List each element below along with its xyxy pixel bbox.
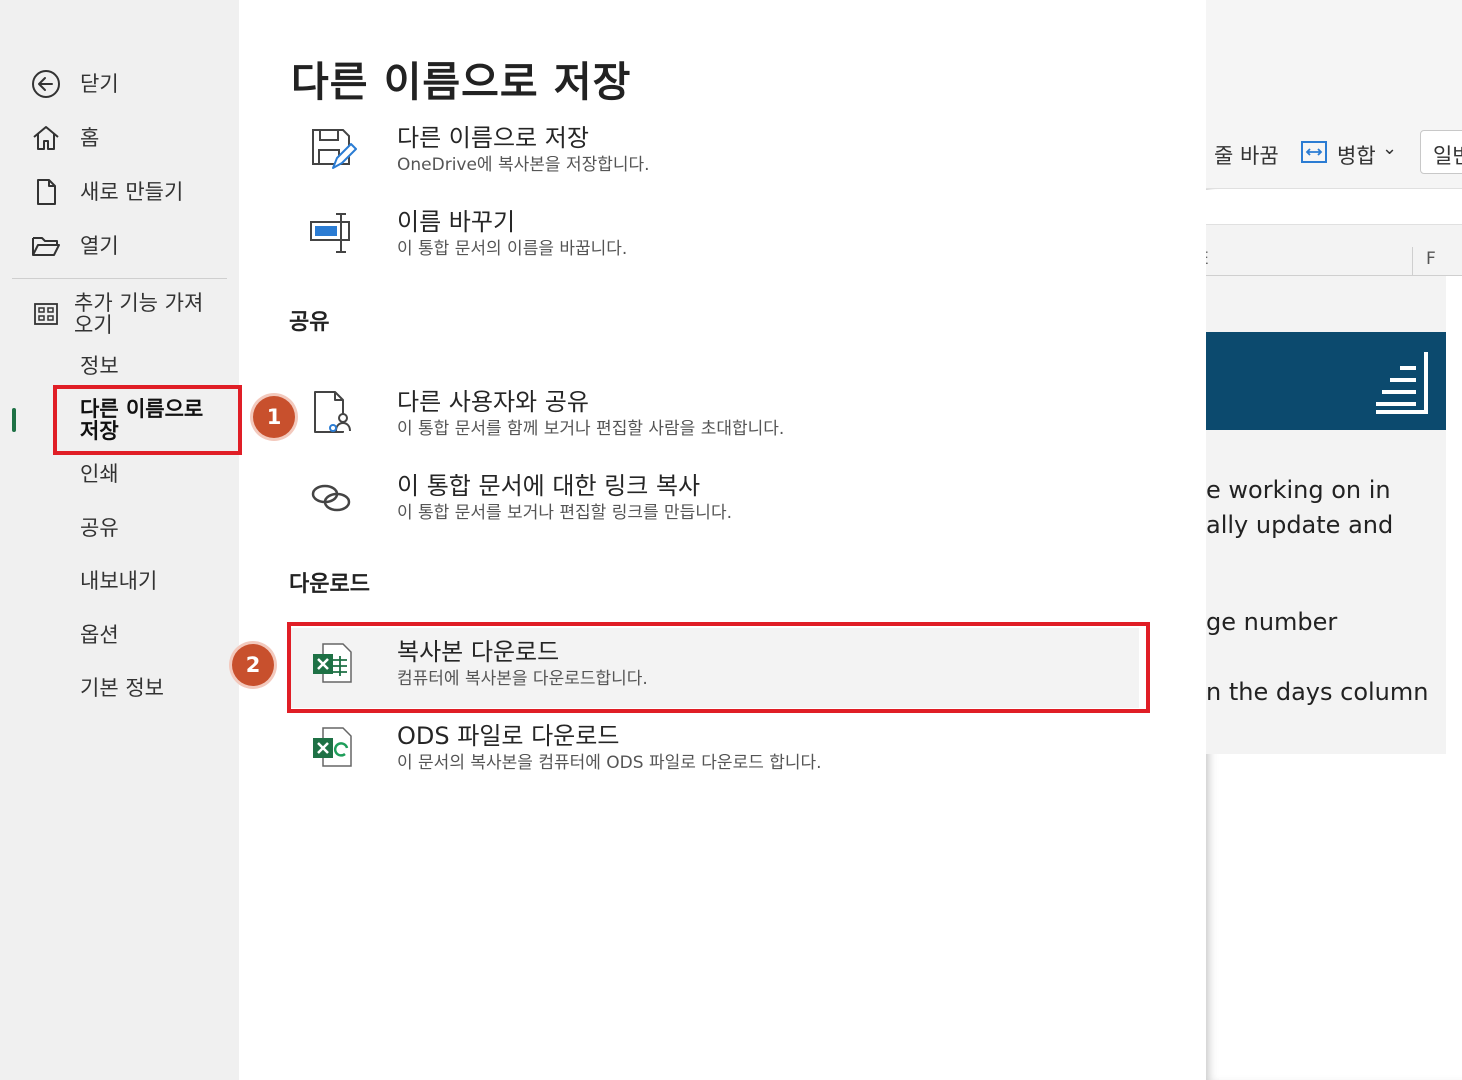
nav-about-label: 기본 정보 [80, 676, 164, 700]
save-as-panel: 다른 이름으로 저장 다른 이름으로 저장 OneDrive에 복사본을 저장합… [239, 0, 1206, 1080]
option-share-with-people[interactable]: 다른 사용자와 공유 이 통합 문서를 함께 보거나 편집할 사람을 초대합니다… [289, 378, 1139, 458]
nav-close[interactable]: 닫기 [0, 62, 239, 106]
nav-open[interactable]: 열기 [0, 224, 239, 268]
nav-share[interactable]: 공유 [0, 506, 239, 550]
spreadsheet-background: 줄 바꿈 병합 ⌄ 일반 E F e working on in ally up… [1206, 0, 1462, 1080]
nav-close-label: 닫기 [80, 72, 119, 96]
page-title: 다른 이름으로 저장 [291, 58, 632, 106]
option-copy-link-title: 이 통합 문서에 대한 링크 복사 [397, 472, 701, 500]
sheet-text-line-1: e working on in [1206, 476, 1391, 504]
option-download-ods-title: ODS 파일로 다운로드 [397, 722, 620, 750]
nav-get-addins[interactable]: 추가 기능 가져 오기 [0, 290, 239, 338]
addins-grid-icon [34, 303, 58, 325]
step-badge-2: 2 [232, 644, 274, 686]
option-rename-desc: 이 통합 문서의 이름을 바꿉니다. [397, 239, 628, 259]
sheet-text-line-2: ally update and [1206, 511, 1394, 539]
nav-home-label: 홈 [80, 126, 100, 150]
nav-about[interactable]: 기본 정보 [0, 666, 239, 710]
nav-export[interactable]: 내보내기 [0, 559, 239, 603]
column-separator [1412, 247, 1413, 275]
share-people-icon [314, 391, 351, 433]
option-save-as-title: 다른 이름으로 저장 [397, 124, 589, 152]
option-copy-link-desc: 이 통합 문서를 보거나 편집할 링크를 만듭니다. [397, 503, 732, 523]
ribbon-home: 줄 바꿈 병합 ⌄ 일반 [1206, 120, 1462, 189]
column-header-e[interactable]: E [1206, 249, 1209, 269]
excel-ods-icon [313, 727, 352, 767]
back-arrow-icon [32, 70, 60, 98]
nav-open-label: 열기 [80, 234, 119, 258]
sheet-text-line-3: ge number [1206, 608, 1338, 636]
rename-icon [310, 213, 350, 253]
option-rename[interactable]: 이름 바꾸기 이 통합 문서의 이름을 바꿉니다. [289, 198, 1139, 278]
nav-info[interactable]: 정보 [0, 344, 239, 388]
formula-bar[interactable] [1206, 190, 1462, 225]
column-headers: E F [1206, 225, 1462, 276]
option-share-with-people-title: 다른 사용자와 공유 [397, 388, 589, 416]
highlight-download-copy [287, 622, 1150, 713]
option-download-ods-desc: 이 문서의 복사본을 컴퓨터에 ODS 파일로 다운로드 합니다. [397, 753, 822, 773]
home-icon [33, 126, 59, 150]
nav-options[interactable]: 옵션 [0, 613, 239, 657]
chevron-down-icon[interactable]: ⌄ [1382, 138, 1397, 159]
wrap-text-button[interactable]: 줄 바꿈 [1214, 140, 1279, 170]
sheet-text-line-4: n the days column [1206, 678, 1429, 706]
new-document-icon [37, 179, 56, 205]
option-copy-link[interactable]: 이 통합 문서에 대한 링크 복사 이 통합 문서를 보거나 편집할 링크를 만… [289, 462, 1139, 542]
highlight-save-as-nav [53, 385, 242, 455]
nav-home[interactable]: 홈 [0, 116, 239, 160]
merge-button[interactable]: 병합 [1337, 140, 1376, 170]
section-title-share: 공유 [289, 310, 330, 335]
nav-options-label: 옵션 [80, 623, 119, 647]
ribbon-top [1206, 0, 1462, 120]
link-icon [311, 484, 351, 512]
nav-info-label: 정보 [80, 354, 119, 378]
option-save-as-desc: OneDrive에 복사본을 저장합니다. [397, 155, 650, 175]
open-folder-icon [32, 237, 60, 256]
nav-get-addins-label: 추가 기능 가져 오기 [74, 291, 204, 337]
step-badge-1: 1 [253, 396, 295, 438]
number-format-select[interactable]: 일반 [1420, 130, 1462, 174]
nav-export-label: 내보내기 [80, 569, 158, 593]
save-as-icon [312, 129, 357, 169]
nav-print-label: 인쇄 [80, 462, 119, 486]
option-share-with-people-desc: 이 통합 문서를 함께 보거나 편집할 사람을 초대합니다. [397, 419, 785, 439]
nav-new[interactable]: 새로 만들기 [0, 170, 239, 214]
template-banner [1206, 332, 1446, 430]
backstage-sidebar: 닫기 홈 새로 만들기 열기 추가 기능 가져 오기 정보 다른 이름으로 저장… [0, 0, 239, 1080]
option-save-as[interactable]: 다른 이름으로 저장 OneDrive에 복사본을 저장합니다. [289, 114, 1139, 194]
section-title-download: 다운로드 [289, 572, 370, 597]
column-header-f[interactable]: F [1426, 249, 1436, 269]
template-logo-icon [1376, 352, 1428, 414]
nav-new-label: 새로 만들기 [80, 180, 184, 204]
number-format-value: 일반 [1433, 144, 1462, 168]
nav-share-label: 공유 [80, 516, 119, 540]
option-download-ods[interactable]: ODS 파일로 다운로드 이 문서의 복사본을 컴퓨터에 ODS 파일로 다운로… [289, 712, 1139, 792]
merge-icon [1301, 141, 1327, 163]
option-rename-title: 이름 바꾸기 [397, 208, 516, 236]
nav-print[interactable]: 인쇄 [0, 452, 239, 496]
nav-divider [12, 278, 227, 279]
